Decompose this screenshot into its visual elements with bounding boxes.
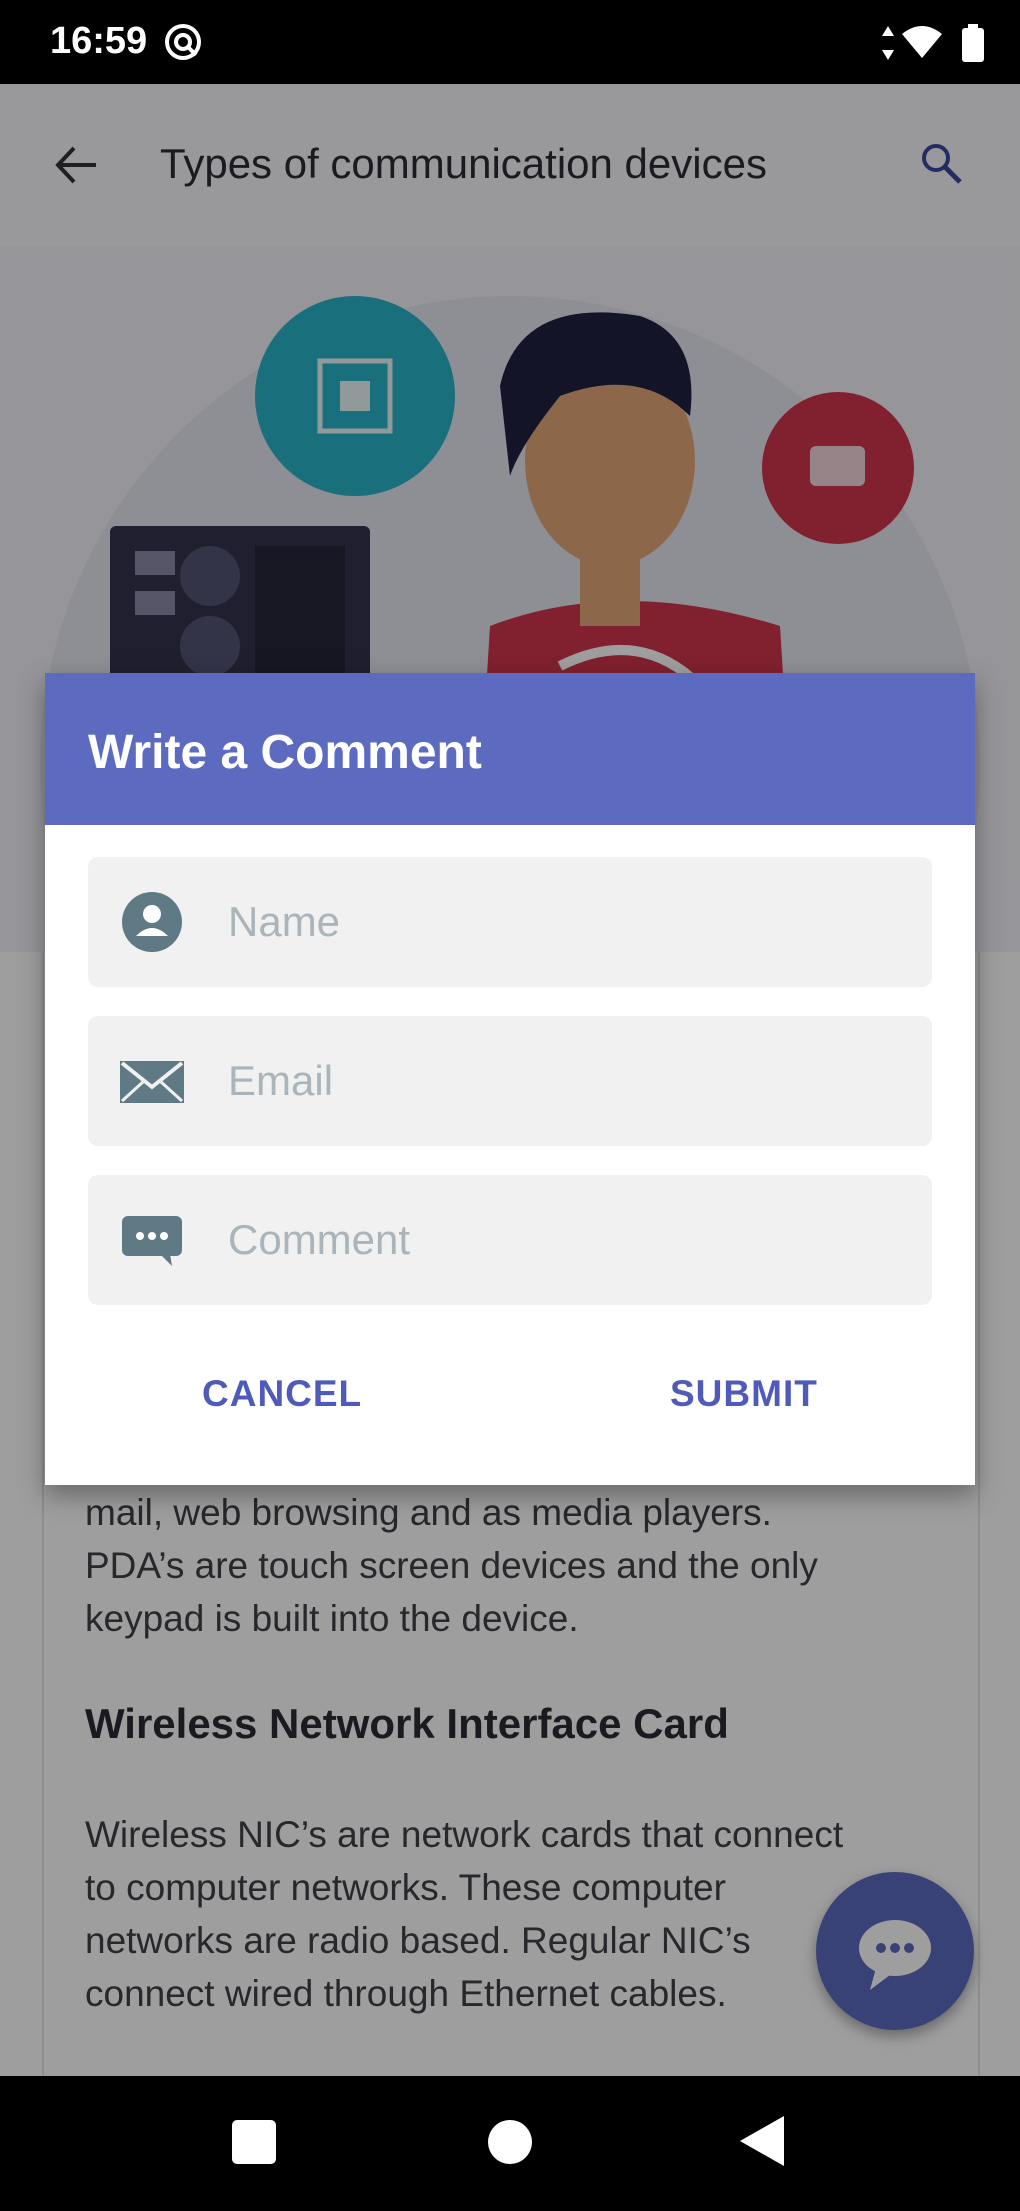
status-bar: 16:59	[0, 0, 1020, 84]
cancel-button[interactable]: CANCEL	[202, 1373, 362, 1415]
system-nav-bar	[0, 2076, 1020, 2211]
envelope-icon	[120, 1061, 184, 1103]
person-icon	[122, 892, 182, 952]
email-field[interactable]	[88, 1016, 932, 1146]
data-arrows-icon	[882, 26, 894, 60]
chat-icon	[122, 1216, 182, 1266]
recents-button[interactable]	[232, 2120, 276, 2164]
battery-icon	[962, 28, 984, 62]
status-icons	[882, 24, 984, 62]
submit-button[interactable]: SUBMIT	[670, 1373, 818, 1415]
home-button[interactable]	[488, 2120, 532, 2164]
name-field[interactable]	[88, 857, 932, 987]
name-input[interactable]	[228, 857, 908, 987]
comment-input[interactable]	[228, 1175, 908, 1305]
comment-dialog: Write a Comment CANCEL SUBMIT	[45, 673, 975, 1485]
dialog-title: Write a Comment	[88, 726, 482, 779]
sync-status-icon	[165, 24, 201, 60]
dialog-header: Write a Comment	[45, 673, 975, 825]
back-button[interactable]	[740, 2116, 784, 2166]
comment-field[interactable]	[88, 1175, 932, 1305]
wifi-icon	[902, 26, 942, 58]
email-input[interactable]	[228, 1016, 908, 1146]
status-time: 16:59	[50, 20, 148, 62]
